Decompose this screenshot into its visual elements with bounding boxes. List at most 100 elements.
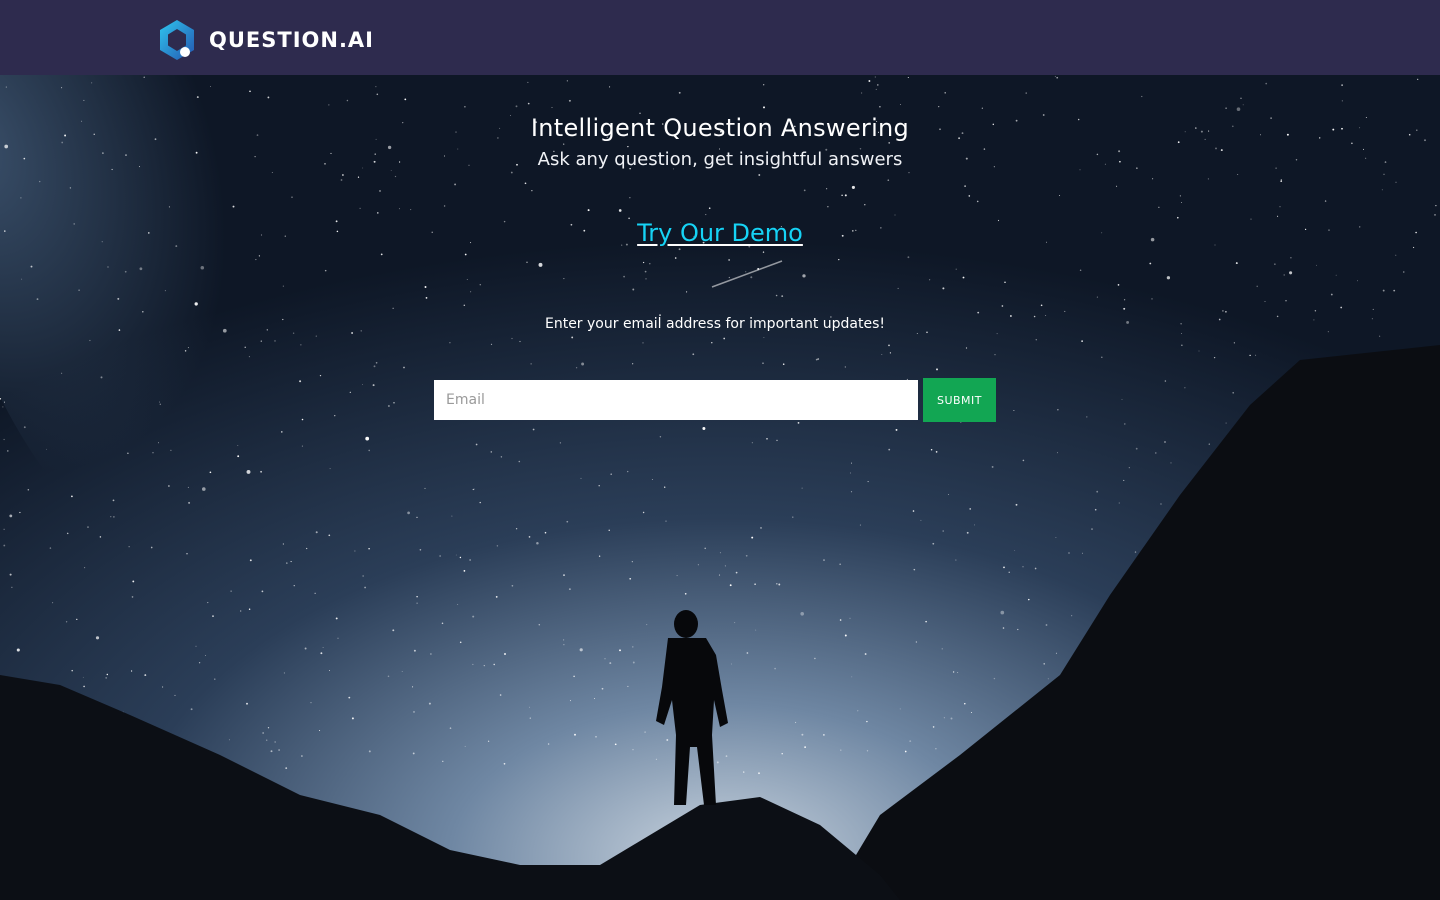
star [544, 531, 547, 534]
star [745, 271, 747, 273]
star [390, 169, 392, 171]
star [66, 532, 69, 535]
star [99, 536, 102, 538]
star [362, 384, 363, 386]
star [778, 583, 781, 586]
star [804, 746, 806, 748]
star [315, 335, 317, 337]
star [1094, 508, 1097, 511]
star [763, 84, 765, 86]
star [632, 646, 634, 648]
star [629, 197, 631, 199]
try-demo-link[interactable]: Try Our Demo [637, 219, 803, 247]
star [11, 586, 13, 588]
try-demo-link-container: Try Our Demo [0, 219, 1440, 247]
star [490, 451, 493, 453]
star [232, 205, 235, 208]
submit-button[interactable]: SUBMIT [923, 378, 996, 422]
star [258, 255, 261, 257]
star [955, 268, 957, 270]
star [879, 105, 881, 108]
star [1413, 246, 1415, 249]
star [966, 531, 969, 534]
star [1379, 335, 1381, 337]
star [144, 674, 147, 677]
star [867, 481, 869, 483]
star [113, 516, 115, 518]
star [977, 311, 980, 314]
star [1064, 310, 1066, 312]
star [569, 700, 571, 702]
top-navbar: QUESTION.AI [0, 0, 1440, 75]
star [292, 332, 295, 334]
star [524, 182, 527, 185]
star [1315, 264, 1317, 266]
star [642, 511, 645, 514]
hero-title: Intelligent Question Answering [530, 114, 910, 142]
star [21, 278, 23, 280]
star [839, 619, 842, 621]
star [249, 90, 251, 93]
star [310, 702, 312, 704]
brand-logo[interactable]: QUESTION.AI [158, 19, 374, 61]
star [573, 675, 575, 678]
star [210, 86, 211, 87]
star [379, 190, 381, 192]
star [419, 548, 422, 551]
star [377, 212, 379, 214]
star [801, 487, 803, 489]
star [515, 105, 518, 108]
star [563, 278, 565, 280]
star [844, 366, 846, 368]
email-input[interactable] [434, 380, 918, 420]
star [899, 708, 901, 710]
star [1043, 663, 1045, 665]
star [304, 647, 307, 650]
star [851, 185, 855, 189]
star [9, 573, 12, 576]
star [1340, 306, 1343, 309]
star [1330, 293, 1333, 296]
star [676, 575, 678, 577]
star [200, 266, 205, 270]
star [631, 561, 633, 563]
star [451, 515, 453, 517]
star [632, 749, 634, 751]
star [563, 639, 565, 641]
email-updates-prompt: Enter your email address for important u… [544, 316, 886, 332]
star [705, 214, 707, 216]
star [20, 197, 22, 199]
star [936, 368, 938, 371]
star [702, 427, 706, 430]
star [955, 559, 957, 561]
star [519, 340, 521, 343]
hexagon-logo-icon [158, 19, 196, 61]
star [168, 485, 170, 487]
star [267, 96, 270, 99]
star [357, 176, 360, 178]
star [1180, 333, 1182, 334]
star [774, 667, 776, 670]
star [929, 279, 931, 281]
star [349, 391, 351, 393]
star [692, 353, 695, 356]
star [1335, 274, 1337, 276]
star [913, 568, 915, 571]
star [479, 283, 482, 286]
star [212, 615, 214, 617]
star [457, 604, 459, 605]
star [728, 276, 730, 279]
star [827, 206, 829, 208]
star [105, 677, 108, 679]
star [1091, 528, 1093, 531]
star [518, 460, 521, 463]
star [449, 342, 451, 344]
star [380, 253, 383, 256]
star [362, 575, 364, 577]
star [1117, 284, 1120, 286]
star [319, 374, 322, 377]
star [1116, 185, 1118, 187]
star [1040, 304, 1043, 307]
star [1123, 307, 1126, 310]
star [1393, 289, 1396, 292]
